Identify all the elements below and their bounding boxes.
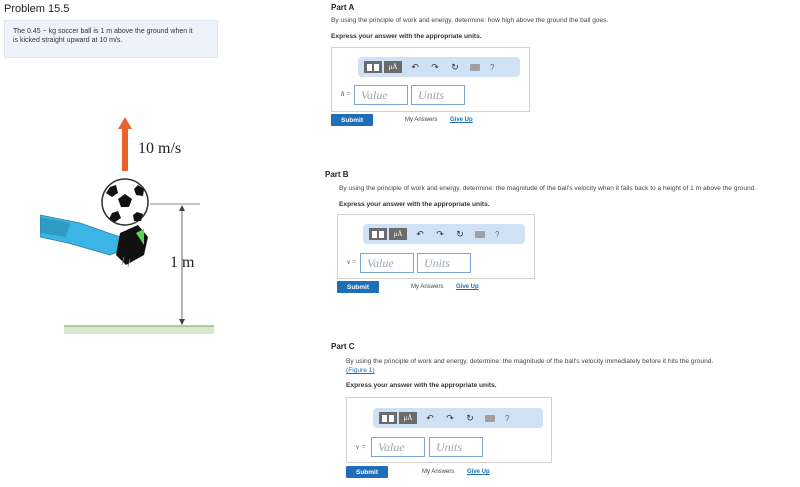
part-a-my-answers[interactable]: My Answers: [405, 117, 437, 123]
undo-icon[interactable]: ↶: [408, 61, 422, 73]
part-b-prompt: By using the principle of work and energ…: [339, 185, 757, 192]
problem-title: Problem 15.5: [4, 3, 70, 15]
part-a-value-input[interactable]: Value: [354, 85, 408, 105]
part-a-title: Part A: [331, 3, 355, 12]
keyboard-icon[interactable]: [468, 61, 482, 73]
part-b-value-input[interactable]: Value: [360, 253, 414, 273]
part-c-title: Part C: [331, 342, 355, 351]
part-a-variable: h =: [341, 90, 351, 98]
part-a-toolbar: μÅ ↶ ↷ ↻ ?: [358, 57, 520, 77]
reset-icon[interactable]: ↻: [463, 412, 477, 424]
templates-icon[interactable]: [379, 412, 397, 424]
part-a-submit-button[interactable]: Submit: [331, 114, 373, 126]
undo-icon[interactable]: ↶: [423, 412, 437, 424]
units-icon[interactable]: μÅ: [399, 412, 417, 424]
part-c-give-up[interactable]: Give Up: [467, 469, 490, 475]
part-a-answer-box: μÅ ↶ ↷ ↻ ? h = Value Units: [331, 47, 530, 112]
part-a-express: Express your answer with the appropriate…: [331, 33, 482, 40]
velocity-label: 10 m/s: [138, 140, 181, 157]
part-c-prompt: By using the principle of work and energ…: [346, 358, 714, 365]
ground: [64, 326, 214, 334]
undo-icon[interactable]: ↶: [413, 228, 427, 240]
part-a-units-input[interactable]: Units: [411, 85, 465, 105]
help-icon[interactable]: ?: [505, 414, 509, 423]
statement-line-2: is kicked straight upward at 10 m/s.: [13, 37, 123, 44]
redo-icon[interactable]: ↷: [433, 228, 447, 240]
height-label: 1 m: [170, 254, 195, 271]
statement-line-1: The 0.45 − kg soccer ball is 1 m above t…: [13, 28, 193, 35]
part-a-prompt: By using the principle of work and energ…: [331, 17, 609, 24]
part-b-title: Part B: [325, 170, 349, 179]
part-c-toolbar: μÅ ↶ ↷ ↻ ?: [373, 408, 543, 428]
soccer-figure: 10 m/s 1 m: [39, 105, 220, 345]
part-b-submit-button[interactable]: Submit: [337, 281, 379, 293]
part-b-units-input[interactable]: Units: [417, 253, 471, 273]
part-b-answer-box: μÅ ↶ ↷ ↻ ? v = Value Units: [337, 214, 535, 279]
part-b-give-up[interactable]: Give Up: [456, 284, 479, 290]
part-c-units-input[interactable]: Units: [429, 437, 483, 457]
units-icon[interactable]: μÅ: [389, 228, 407, 240]
part-b-toolbar: μÅ ↶ ↷ ↻ ?: [363, 224, 525, 244]
velocity-arrowhead: [118, 117, 132, 129]
part-b-my-answers[interactable]: My Answers: [411, 284, 443, 290]
part-c-express: Express your answer with the appropriate…: [346, 382, 497, 389]
soccer-ball-icon: [101, 178, 149, 226]
figure-link[interactable]: (Figure 1): [346, 367, 375, 374]
soccer-kick-illustration: 10 m/s 1 m: [39, 117, 214, 334]
part-b-variable: v =: [347, 258, 357, 266]
reset-icon[interactable]: ↻: [453, 228, 467, 240]
help-icon[interactable]: ?: [495, 230, 499, 239]
part-c-value-input[interactable]: Value: [371, 437, 425, 457]
redo-icon[interactable]: ↷: [443, 412, 457, 424]
help-icon[interactable]: ?: [490, 63, 494, 72]
part-c-submit-button[interactable]: Submit: [346, 466, 388, 478]
part-b-express: Express your answer with the appropriate…: [339, 201, 490, 208]
redo-icon[interactable]: ↷: [428, 61, 442, 73]
part-c-my-answers[interactable]: My Answers: [422, 469, 454, 475]
templates-icon[interactable]: [369, 228, 387, 240]
keyboard-icon[interactable]: [473, 228, 487, 240]
keyboard-icon[interactable]: [483, 412, 497, 424]
reset-icon[interactable]: ↻: [448, 61, 462, 73]
velocity-arrow: [122, 127, 128, 171]
part-c-answer-box: μÅ ↶ ↷ ↻ ? v = Value Units: [346, 397, 552, 463]
templates-icon[interactable]: [364, 61, 382, 73]
problem-statement: The 0.45 − kg soccer ball is 1 m above t…: [4, 20, 218, 58]
part-a-give-up[interactable]: Give Up: [450, 117, 473, 123]
units-icon[interactable]: μÅ: [384, 61, 402, 73]
part-c-variable: v =: [356, 443, 366, 451]
